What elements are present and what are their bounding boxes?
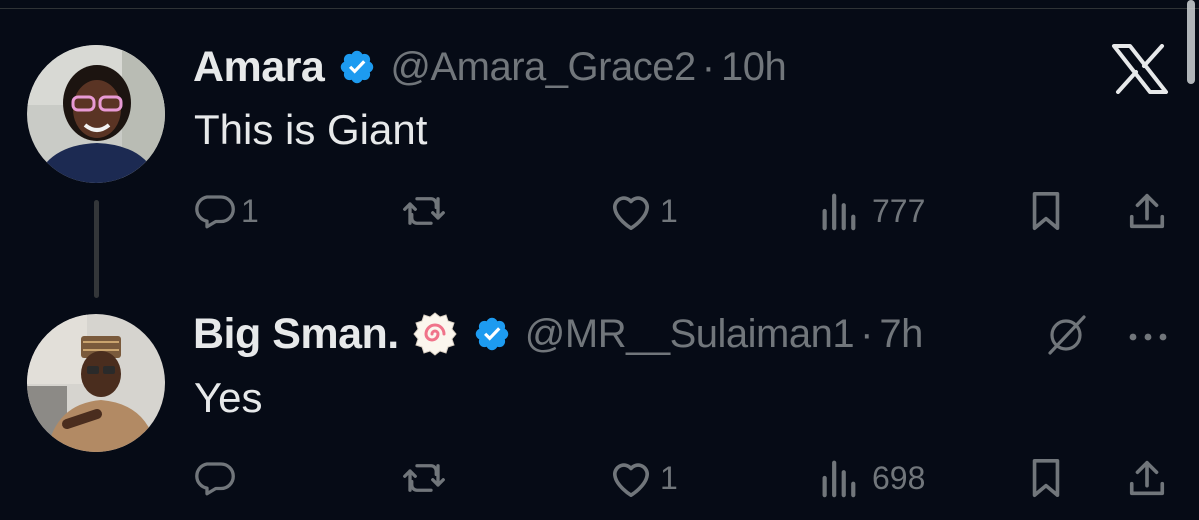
repost-icon <box>403 197 445 225</box>
top-divider <box>0 8 1199 9</box>
views-icon <box>822 193 856 231</box>
more-options-icon[interactable] <box>1127 330 1169 344</box>
user-handle[interactable]: @Amara_Grace2 <box>390 45 696 90</box>
repost-button[interactable] <box>400 190 454 232</box>
user-handle[interactable]: @MR__Sulaiman1 <box>525 312 855 357</box>
share-icon <box>1129 193 1165 229</box>
reply-count: 1 <box>241 192 259 229</box>
bookmark-button[interactable] <box>1026 457 1066 499</box>
like-button[interactable]: 1 <box>608 457 678 499</box>
timestamp[interactable]: 10h <box>721 45 787 90</box>
bookmark-button[interactable] <box>1026 190 1066 232</box>
views-button[interactable]: 698 <box>818 457 925 499</box>
share-button[interactable] <box>1126 457 1168 499</box>
reply-icon <box>195 195 235 229</box>
avatar-big-sman[interactable] <box>27 314 165 452</box>
thread-connector-line <box>94 200 99 298</box>
share-icon <box>1129 460 1165 496</box>
like-count: 1 <box>660 459 678 496</box>
tweet-text: This is Giant <box>194 106 428 153</box>
reply-button[interactable]: 1 <box>193 190 259 232</box>
reply-button[interactable] <box>193 457 241 499</box>
bookmark-icon <box>1032 192 1060 230</box>
repost-icon <box>403 464 445 492</box>
separator-dot: · <box>701 44 716 89</box>
fish-cake-emoji-icon <box>413 312 457 356</box>
scrollbar[interactable] <box>1187 0 1195 84</box>
heart-icon <box>612 196 650 230</box>
view-count: 698 <box>872 459 926 496</box>
views-button[interactable]: 777 <box>818 190 925 232</box>
display-name[interactable]: Amara <box>193 43 325 92</box>
x-logo-icon <box>1112 44 1168 94</box>
tweet-thread-screen: Amara @Amara_Grace2 · 10h This is Giant … <box>0 0 1199 520</box>
view-count: 777 <box>872 192 926 229</box>
tweet-header: Big Sman. @MR__Sulaiman1 · 7h <box>193 309 923 359</box>
repost-button[interactable] <box>400 457 454 499</box>
display-name[interactable]: Big Sman. <box>193 310 399 359</box>
heart-icon <box>612 463 650 497</box>
grok-icon[interactable] <box>1044 313 1088 357</box>
tweet-text: Yes <box>194 374 263 421</box>
share-button[interactable] <box>1126 190 1168 232</box>
timestamp[interactable]: 7h <box>879 312 923 357</box>
verified-badge-icon[interactable] <box>473 315 511 353</box>
bookmark-icon <box>1032 459 1060 497</box>
avatar-amara[interactable] <box>27 45 165 183</box>
like-count: 1 <box>660 192 678 229</box>
separator-dot: · <box>860 311 874 356</box>
tweet-header: Amara @Amara_Grace2 · 10h <box>193 42 787 92</box>
views-icon <box>822 460 856 498</box>
verified-badge-icon[interactable] <box>338 48 376 86</box>
reply-icon <box>195 462 235 496</box>
like-button[interactable]: 1 <box>608 190 678 232</box>
